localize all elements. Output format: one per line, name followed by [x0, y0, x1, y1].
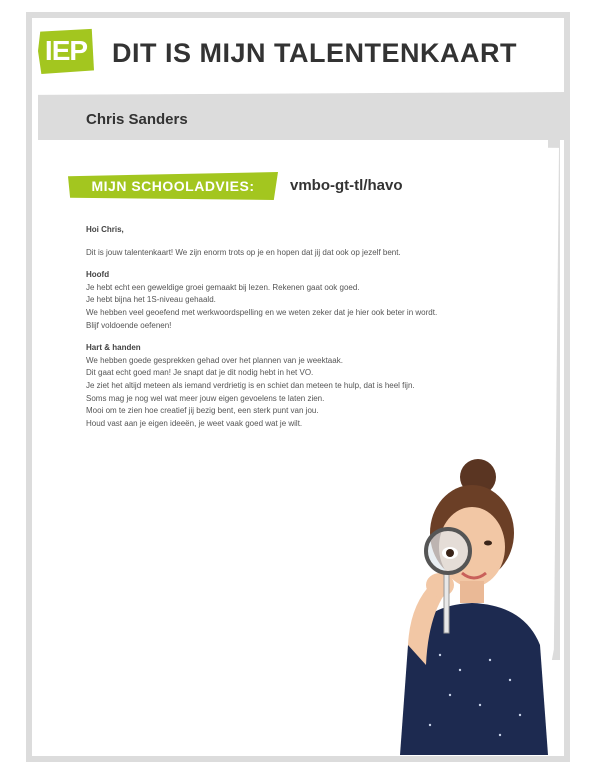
- iep-logo: IEP: [38, 28, 94, 74]
- hart-line: Dit gaat echt goed man! Je snapt dat je …: [86, 368, 314, 378]
- hart-line: Je ziet het altijd meteen als iemand ver…: [86, 380, 415, 390]
- hoofd-line: Je hebt echt een geweldige groei gemaakt…: [86, 282, 360, 292]
- hoofd-line: Blijf voldoende oefenen!: [86, 320, 172, 330]
- page-title: DIT IS MIJN TALENTENKAART: [112, 38, 517, 68]
- advice-label: MIJN SCHOOLADVIES:: [68, 172, 278, 200]
- girl-with-magnifier-illustration: [400, 459, 548, 755]
- student-name: Chris Sanders: [86, 111, 188, 128]
- hart-line: We hebben goede gesprekken gehad over he…: [86, 355, 343, 365]
- advice-value: vmbo-gt-tl/havo: [290, 177, 403, 194]
- hart-line: Houd vast aan je eigen ideeën, je weet v…: [86, 418, 303, 428]
- hoofd-line: We hebben veel geoefend met werkwoordspe…: [86, 307, 438, 317]
- hoofd-line: Je hebt bijna het 1S-niveau gehaald.: [86, 295, 216, 305]
- section-heading-hart-handen: Hart & handen: [86, 343, 141, 353]
- hart-line: Soms mag je nog wel wat meer jouw eigen …: [86, 393, 325, 403]
- greeting: Hoi Chris,: [86, 225, 124, 234]
- intro: Dit is jouw talentenkaart! We zijn enorm…: [86, 247, 401, 257]
- letter-body: Hoi Chris, Dit is jouw talentenkaart! We…: [86, 224, 526, 430]
- section-heading-hoofd: Hoofd: [86, 270, 110, 280]
- hart-line: Mooi om te zien hoe creatief jij bezig b…: [86, 406, 319, 416]
